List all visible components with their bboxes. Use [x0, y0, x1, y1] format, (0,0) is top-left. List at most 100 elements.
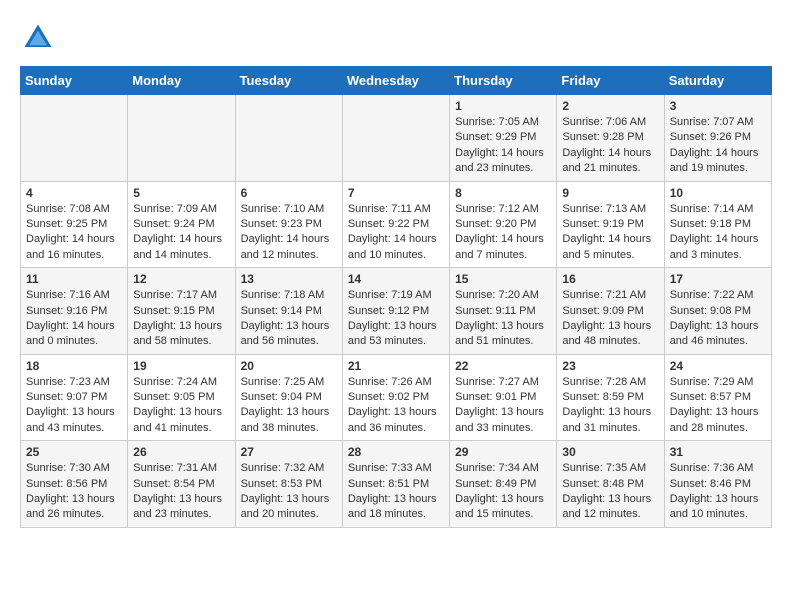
calendar-cell: 14 Sunrise: 7:19 AM Sunset: 9:12 PM Dayli… — [342, 268, 449, 355]
day-number: 16 — [562, 272, 658, 286]
calendar-cell: 4 Sunrise: 7:08 AM Sunset: 9:25 PM Daylig… — [21, 181, 128, 268]
calendar-cell: 27 Sunrise: 7:32 AM Sunset: 8:53 PM Dayli… — [235, 441, 342, 528]
day-number: 21 — [348, 359, 444, 373]
calendar-cell: 20 Sunrise: 7:25 AM Sunset: 9:04 PM Dayli… — [235, 354, 342, 441]
day-info: Sunrise: 7:17 AM Sunset: 9:15 PM Dayligh… — [133, 288, 229, 350]
calendar-cell: 19Sunrise: 7:24 AM Sunset: 9:05 PM Dayli… — [128, 354, 235, 441]
calendar-week-row: 18 Sunrise: 7:23 AM Sunset: 9:07 PM Dayli… — [21, 354, 772, 441]
calendar-cell — [235, 95, 342, 182]
day-number: 2 — [562, 99, 658, 113]
calendar-cell: 21Sunrise: 7:26 AM Sunset: 9:02 PM Dayli… — [342, 354, 449, 441]
day-info: Sunrise: 7:18 AM Sunset: 9:14 PM Dayligh… — [241, 288, 337, 350]
weekday-header-monday: Monday — [128, 67, 235, 95]
weekday-header-tuesday: Tuesday — [235, 67, 342, 95]
day-info: Sunrise: 7:16 AM Sunset: 9:16 PM Dayligh… — [26, 288, 122, 350]
calendar-cell: 6 Sunrise: 7:10 AM Sunset: 9:23 PM Daylig… — [235, 181, 342, 268]
calendar-cell: 15 Sunrise: 7:20 AM Sunset: 9:11 PM Dayli… — [450, 268, 557, 355]
calendar-week-row: 25Sunrise: 7:30 AM Sunset: 8:56 PM Dayli… — [21, 441, 772, 528]
day-number: 28 — [348, 445, 444, 459]
calendar-cell: 1 Sunrise: 7:05 AM Sunset: 9:29 PM Daylig… — [450, 95, 557, 182]
day-info: Sunrise: 7:08 AM Sunset: 9:25 PM Dayligh… — [26, 202, 122, 264]
day-number: 24 — [670, 359, 766, 373]
weekday-header-saturday: Saturday — [664, 67, 771, 95]
day-number: 25 — [26, 445, 122, 459]
day-number: 23 — [562, 359, 658, 373]
day-info: Sunrise: 7:27 AM Sunset: 9:01 PM Dayligh… — [455, 375, 551, 437]
day-number: 22 — [455, 359, 551, 373]
calendar-cell: 10 Sunrise: 7:14 AM Sunset: 9:18 PM Dayli… — [664, 181, 771, 268]
day-number: 1 — [455, 99, 551, 113]
day-info: Sunrise: 7:28 AM Sunset: 8:59 PM Dayligh… — [562, 375, 658, 437]
calendar-cell: 24 Sunrise: 7:29 AM Sunset: 8:57 PM Dayli… — [664, 354, 771, 441]
day-info: Sunrise: 7:14 AM Sunset: 9:18 PM Dayligh… — [670, 202, 766, 264]
calendar-cell: 13 Sunrise: 7:18 AM Sunset: 9:14 PM Dayli… — [235, 268, 342, 355]
calendar-cell — [342, 95, 449, 182]
calendar-cell: 12 Sunrise: 7:17 AM Sunset: 9:15 PM Dayli… — [128, 268, 235, 355]
weekday-header-row: SundayMondayTuesdayWednesdayThursdayFrid… — [21, 67, 772, 95]
day-number: 8 — [455, 186, 551, 200]
logo — [20, 20, 62, 56]
day-info: Sunrise: 7:25 AM Sunset: 9:04 PM Dayligh… — [241, 375, 337, 437]
day-number: 26 — [133, 445, 229, 459]
calendar-cell — [128, 95, 235, 182]
weekday-header-thursday: Thursday — [450, 67, 557, 95]
day-number: 5 — [133, 186, 229, 200]
day-number: 27 — [241, 445, 337, 459]
day-info: Sunrise: 7:36 AM Sunset: 8:46 PM Dayligh… — [670, 461, 766, 523]
calendar-cell: 2Sunrise: 7:06 AM Sunset: 9:28 PM Daylig… — [557, 95, 664, 182]
day-number: 10 — [670, 186, 766, 200]
calendar-header: SundayMondayTuesdayWednesdayThursdayFrid… — [21, 67, 772, 95]
day-info: Sunrise: 7:05 AM Sunset: 9:29 PM Dayligh… — [455, 115, 551, 177]
day-number: 11 — [26, 272, 122, 286]
day-info: Sunrise: 7:31 AM Sunset: 8:54 PM Dayligh… — [133, 461, 229, 523]
calendar-cell: 3 Sunrise: 7:07 AM Sunset: 9:26 PM Daylig… — [664, 95, 771, 182]
day-info: Sunrise: 7:32 AM Sunset: 8:53 PM Dayligh… — [241, 461, 337, 523]
calendar-week-row: 1 Sunrise: 7:05 AM Sunset: 9:29 PM Daylig… — [21, 95, 772, 182]
calendar-body: 1 Sunrise: 7:05 AM Sunset: 9:29 PM Daylig… — [21, 95, 772, 528]
day-number: 3 — [670, 99, 766, 113]
day-info: Sunrise: 7:21 AM Sunset: 9:09 PM Dayligh… — [562, 288, 658, 350]
day-info: Sunrise: 7:10 AM Sunset: 9:23 PM Dayligh… — [241, 202, 337, 264]
day-number: 30 — [562, 445, 658, 459]
day-info: Sunrise: 7:09 AM Sunset: 9:24 PM Dayligh… — [133, 202, 229, 264]
calendar-week-row: 11 Sunrise: 7:16 AM Sunset: 9:16 PM Dayli… — [21, 268, 772, 355]
day-info: Sunrise: 7:12 AM Sunset: 9:20 PM Dayligh… — [455, 202, 551, 264]
calendar-cell: 25Sunrise: 7:30 AM Sunset: 8:56 PM Dayli… — [21, 441, 128, 528]
day-number: 20 — [241, 359, 337, 373]
weekday-header-sunday: Sunday — [21, 67, 128, 95]
calendar-cell: 7 Sunrise: 7:11 AM Sunset: 9:22 PM Daylig… — [342, 181, 449, 268]
calendar-cell: 16 Sunrise: 7:21 AM Sunset: 9:09 PM Dayli… — [557, 268, 664, 355]
calendar-cell — [21, 95, 128, 182]
calendar-cell: 11 Sunrise: 7:16 AM Sunset: 9:16 PM Dayli… — [21, 268, 128, 355]
day-number: 14 — [348, 272, 444, 286]
day-info: Sunrise: 7:34 AM Sunset: 8:49 PM Dayligh… — [455, 461, 551, 523]
day-number: 4 — [26, 186, 122, 200]
calendar-week-row: 4 Sunrise: 7:08 AM Sunset: 9:25 PM Daylig… — [21, 181, 772, 268]
day-info: Sunrise: 7:22 AM Sunset: 9:08 PM Dayligh… — [670, 288, 766, 350]
calendar-cell: 29 Sunrise: 7:34 AM Sunset: 8:49 PM Dayli… — [450, 441, 557, 528]
day-info: Sunrise: 7:07 AM Sunset: 9:26 PM Dayligh… — [670, 115, 766, 177]
day-info: Sunrise: 7:13 AM Sunset: 9:19 PM Dayligh… — [562, 202, 658, 264]
calendar-cell: 30Sunrise: 7:35 AM Sunset: 8:48 PM Dayli… — [557, 441, 664, 528]
day-info: Sunrise: 7:19 AM Sunset: 9:12 PM Dayligh… — [348, 288, 444, 350]
day-number: 9 — [562, 186, 658, 200]
day-info: Sunrise: 7:11 AM Sunset: 9:22 PM Dayligh… — [348, 202, 444, 264]
day-info: Sunrise: 7:24 AM Sunset: 9:05 PM Dayligh… — [133, 375, 229, 437]
day-info: Sunrise: 7:23 AM Sunset: 9:07 PM Dayligh… — [26, 375, 122, 437]
day-number: 15 — [455, 272, 551, 286]
day-number: 12 — [133, 272, 229, 286]
day-info: Sunrise: 7:29 AM Sunset: 8:57 PM Dayligh… — [670, 375, 766, 437]
day-info: Sunrise: 7:33 AM Sunset: 8:51 PM Dayligh… — [348, 461, 444, 523]
day-info: Sunrise: 7:20 AM Sunset: 9:11 PM Dayligh… — [455, 288, 551, 350]
weekday-header-friday: Friday — [557, 67, 664, 95]
day-number: 29 — [455, 445, 551, 459]
day-number: 7 — [348, 186, 444, 200]
logo-icon — [20, 20, 56, 56]
calendar-cell: 22 Sunrise: 7:27 AM Sunset: 9:01 PM Dayli… — [450, 354, 557, 441]
day-number: 6 — [241, 186, 337, 200]
day-number: 13 — [241, 272, 337, 286]
weekday-header-wednesday: Wednesday — [342, 67, 449, 95]
calendar-cell: 5 Sunrise: 7:09 AM Sunset: 9:24 PM Daylig… — [128, 181, 235, 268]
calendar-cell: 28 Sunrise: 7:33 AM Sunset: 8:51 PM Dayli… — [342, 441, 449, 528]
day-number: 18 — [26, 359, 122, 373]
